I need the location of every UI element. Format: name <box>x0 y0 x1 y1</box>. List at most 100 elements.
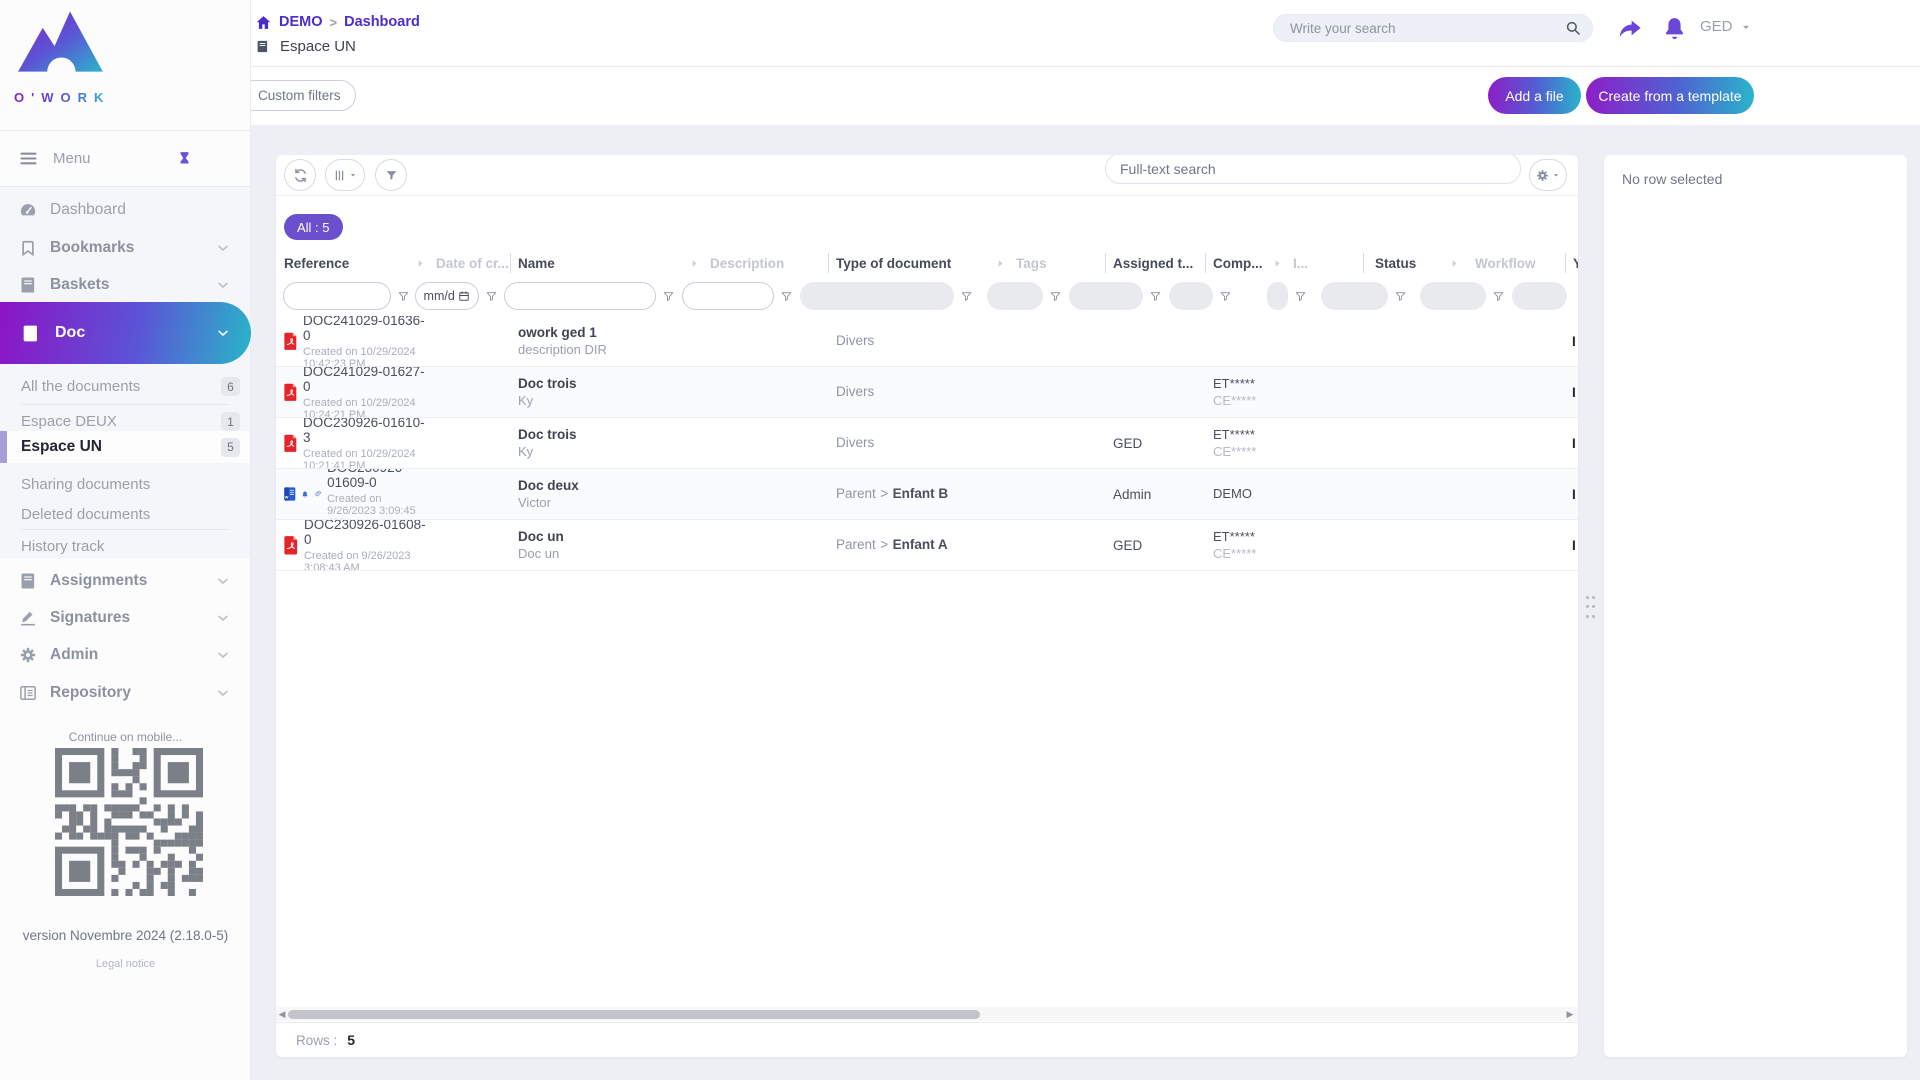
filter-description-input[interactable] <box>682 282 774 310</box>
sort-arrow-icon[interactable] <box>415 258 426 269</box>
search-icon[interactable] <box>1564 19 1582 37</box>
sort-arrow-icon[interactable] <box>995 258 1006 269</box>
funnel-icon[interactable] <box>662 290 675 303</box>
y-cell: I <box>1565 316 1578 366</box>
funnel-icon[interactable] <box>1219 290 1232 303</box>
column-header-i[interactable]: I... <box>1285 250 1363 276</box>
filter-button[interactable] <box>375 159 407 191</box>
fulltext-search-input[interactable] <box>1120 161 1506 177</box>
column-header-comp[interactable]: Comp... <box>1205 250 1285 276</box>
sidebar-item-dashboard[interactable]: Dashboard <box>0 191 251 228</box>
filter-name-input[interactable] <box>504 282 656 310</box>
sidebar-item-signatures[interactable]: Signatures <box>0 599 251 636</box>
column-header-workflow[interactable]: Workflow <box>1462 250 1565 276</box>
column-header-date[interactable]: Date of cr... <box>428 250 510 276</box>
column-header-description[interactable]: Description <box>702 250 828 276</box>
columns-button[interactable] <box>325 159 365 191</box>
sidebar-subitem-deleted-documents[interactable]: Deleted documents <box>0 499 250 530</box>
table-row[interactable]: DOC230926-01609-0 Created on 9/26/2023 3… <box>276 469 1578 520</box>
breadcrumb-root[interactable]: DEMO <box>279 14 323 30</box>
name-cell: Doc unDoc un <box>510 520 702 570</box>
sidebar-subitem-sharing-documents[interactable]: Sharing documents <box>0 469 250 500</box>
description-cell <box>702 469 828 519</box>
funnel-icon[interactable] <box>1149 290 1162 303</box>
breadcrumb-page[interactable]: Dashboard <box>344 14 420 30</box>
comp-cell <box>1205 316 1285 366</box>
funnel-icon[interactable] <box>780 290 793 303</box>
filter-description <box>675 282 793 310</box>
column-header-status[interactable]: Status <box>1363 250 1462 276</box>
filter-reference-input[interactable] <box>283 282 391 310</box>
sidebar-item-assignments[interactable]: Assignments <box>0 562 251 599</box>
sidebar-subitem-all-documents[interactable]: All the documents 6 <box>0 371 250 402</box>
fulltext-search[interactable] <box>1105 155 1521 184</box>
app-logo[interactable]: O'WORK <box>14 6 106 105</box>
filter-date: mm/d <box>415 282 497 310</box>
sidebar-item-repository[interactable]: Repository <box>0 674 251 711</box>
filter-date-input[interactable]: mm/d <box>415 282 479 310</box>
i-cell <box>1285 520 1363 570</box>
sidebar-item-bookmarks[interactable]: Bookmarks <box>0 229 251 266</box>
scroll-right-arrow-icon[interactable]: ▶ <box>1564 1009 1576 1020</box>
sidebar-item-admin[interactable]: Admin <box>0 636 251 673</box>
table-row[interactable]: DOC230926-01610-3 Created on 10/29/2024 … <box>276 418 1578 469</box>
global-search[interactable] <box>1273 14 1593 42</box>
column-header-y[interactable]: Y <box>1565 250 1578 276</box>
sidebar-subitem-history-track[interactable]: History track <box>0 531 250 562</box>
refresh-button[interactable] <box>284 159 316 191</box>
scrollbar-thumb[interactable] <box>288 1010 980 1019</box>
scroll-left-arrow-icon[interactable]: ◀ <box>276 1009 288 1020</box>
filter-type-select[interactable] <box>800 282 954 310</box>
sort-arrow-icon[interactable] <box>1272 258 1283 269</box>
column-header-name[interactable]: Name <box>510 250 702 276</box>
funnel-icon[interactable] <box>1492 290 1505 303</box>
funnel-icon[interactable] <box>1394 290 1407 303</box>
filter-assigned-select[interactable] <box>1069 282 1143 310</box>
table-row[interactable]: DOC230926-01608-0 Created on 9/26/2023 3… <box>276 520 1578 571</box>
pin-sidebar-icon[interactable] <box>175 149 194 168</box>
description-cell <box>702 367 828 417</box>
home-icon[interactable] <box>255 14 272 31</box>
sidebar-subitem-espace-un[interactable]: Espace UN 5 <box>0 431 250 463</box>
filter-y-select[interactable] <box>1512 282 1567 310</box>
calendar-icon[interactable] <box>458 290 470 302</box>
filter-comp-select[interactable] <box>1169 282 1213 310</box>
share-icon[interactable] <box>1617 16 1644 43</box>
table-settings-button[interactable] <box>1529 159 1567 191</box>
filter-status-select[interactable] <box>1321 282 1388 310</box>
column-header-reference[interactable]: Reference <box>276 250 428 276</box>
all-filter-badge[interactable]: All : 5 <box>284 214 343 240</box>
book-icon <box>255 39 270 54</box>
legal-notice-link[interactable]: Legal notice <box>0 958 251 970</box>
filter-i-select[interactable] <box>1267 282 1288 310</box>
sort-arrow-icon[interactable] <box>689 258 700 269</box>
column-header-type[interactable]: Type of document <box>828 250 1008 276</box>
column-header-assigned[interactable]: Assigned t... <box>1105 250 1205 276</box>
hamburger-icon[interactable] <box>18 148 39 169</box>
add-file-button[interactable]: Add a file <box>1488 77 1581 114</box>
funnel-icon[interactable] <box>960 290 973 303</box>
create-from-template-button[interactable]: Create from a template <box>1586 77 1754 114</box>
panel-resize-handle[interactable] <box>1586 596 1596 622</box>
funnel-icon[interactable] <box>1294 290 1307 303</box>
sidebar-item-baskets[interactable]: Baskets <box>0 266 251 303</box>
status-cell <box>1363 316 1462 366</box>
global-search-input[interactable] <box>1290 21 1564 36</box>
horizontal-scrollbar[interactable]: ◀ ▶ <box>276 1007 1578 1021</box>
comp-cell: ET*****CE***** <box>1205 367 1285 417</box>
qr-code <box>55 748 203 896</box>
sort-arrow-icon[interactable] <box>1449 258 1460 269</box>
sidebar-item-label: Doc <box>55 324 85 342</box>
filter-tags-select[interactable] <box>987 282 1043 310</box>
table-row[interactable]: DOC241029-01627-0 Created on 10/29/2024 … <box>276 367 1578 418</box>
filter-workflow-select[interactable] <box>1420 282 1486 310</box>
workflow-cell <box>1462 367 1565 417</box>
column-header-tags[interactable]: Tags <box>1008 250 1105 276</box>
menu-toggle[interactable]: Menu <box>0 131 251 186</box>
table-row[interactable]: DOC241029-01636-0 Created on 10/29/2024 … <box>276 316 1578 367</box>
sidebar-item-doc-active[interactable]: Doc <box>0 302 251 364</box>
funnel-icon[interactable] <box>397 290 410 303</box>
funnel-icon[interactable] <box>1049 290 1062 303</box>
profile-menu[interactable]: GED <box>1700 18 1753 35</box>
notifications-bell-icon[interactable] <box>1661 15 1688 42</box>
